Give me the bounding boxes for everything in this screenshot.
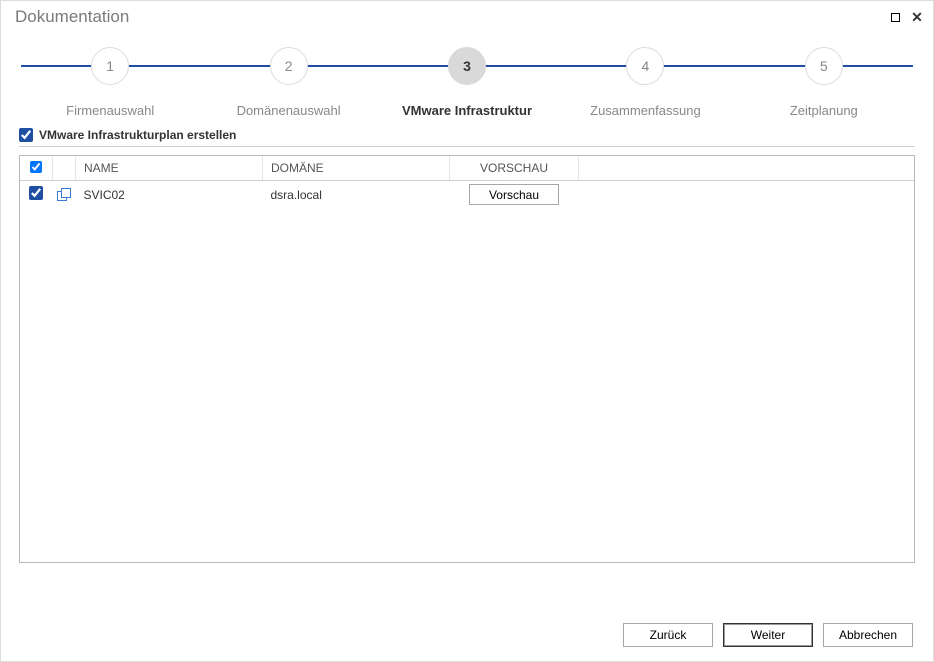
preview-button[interactable]: Vorschau <box>469 184 559 205</box>
header-select-all[interactable] <box>20 156 53 181</box>
titlebar: Dokumentation ✕ <box>1 1 933 27</box>
header-preview[interactable]: VORSCHAU <box>450 156 579 181</box>
step-1[interactable]: 1 Firmenauswahl <box>21 47 199 118</box>
step-5[interactable]: 5 Zeitplanung <box>735 47 913 118</box>
window-title: Dokumentation <box>15 7 129 27</box>
maximize-icon <box>891 13 900 22</box>
select-all-checkbox[interactable] <box>30 161 42 173</box>
step-circle: 2 <box>270 47 308 85</box>
close-button[interactable]: ✕ <box>911 11 923 23</box>
step-circle: 3 <box>448 47 486 85</box>
window-controls: ✕ <box>889 11 923 23</box>
header-name[interactable]: NAME <box>76 156 263 181</box>
create-plan-row[interactable]: VMware Infrastrukturplan erstellen <box>19 128 915 147</box>
step-label: Domänenauswahl <box>237 103 341 118</box>
create-plan-checkbox[interactable] <box>19 128 33 142</box>
step-circle: 5 <box>805 47 843 85</box>
step-3[interactable]: 3 VMware Infrastruktur <box>378 47 556 118</box>
step-2[interactable]: 2 Domänenauswahl <box>199 47 377 118</box>
step-label: Zusammenfassung <box>590 103 701 118</box>
step-4[interactable]: 4 Zusammenfassung <box>556 47 734 118</box>
step-label: Zeitplanung <box>790 103 858 118</box>
hosts-grid: NAME DOMÄNE VORSCHAU SVIC02 <box>19 155 915 563</box>
step-circle: 1 <box>91 47 129 85</box>
wizard-steps: 1 Firmenauswahl 2 Domänenauswahl 3 VMwar… <box>1 27 933 118</box>
header-icon <box>53 156 76 181</box>
header-domain[interactable]: DOMÄNE <box>263 156 450 181</box>
create-plan-label: VMware Infrastrukturplan erstellen <box>39 128 236 142</box>
cell-name: SVIC02 <box>76 181 263 209</box>
create-plan-section: VMware Infrastrukturplan erstellen <box>1 118 933 147</box>
header-spacer <box>579 156 915 181</box>
row-checkbox[interactable] <box>29 186 43 200</box>
vmware-host-icon <box>57 188 71 202</box>
step-label: VMware Infrastruktur <box>402 103 532 118</box>
maximize-button[interactable] <box>889 11 901 23</box>
host-icon <box>53 181 76 209</box>
step-label: Firmenauswahl <box>66 103 154 118</box>
wizard-footer: Zurück Weiter Abbrechen <box>1 611 933 661</box>
next-button[interactable]: Weiter <box>723 623 813 647</box>
cell-domain: dsra.local <box>263 181 450 209</box>
step-circle: 4 <box>626 47 664 85</box>
wizard-window: Dokumentation ✕ 1 Firmenauswahl 2 Domäne… <box>0 0 934 662</box>
cancel-button[interactable]: Abbrechen <box>823 623 913 647</box>
table-row[interactable]: SVIC02 dsra.local Vorschau <box>20 181 914 209</box>
header-row: NAME DOMÄNE VORSCHAU <box>20 156 914 181</box>
close-icon: ✕ <box>911 10 923 24</box>
back-button[interactable]: Zurück <box>623 623 713 647</box>
